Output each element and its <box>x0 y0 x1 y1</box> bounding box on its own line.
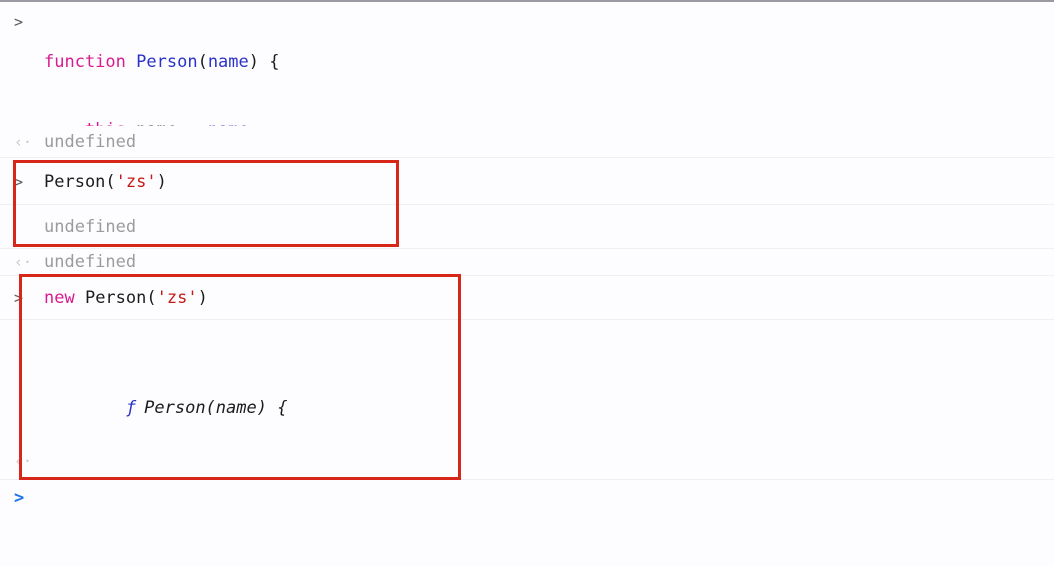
console-log-row-undefined[interactable]: undefined <box>0 205 1054 249</box>
code-token: ( <box>197 52 208 72</box>
function-source-line-1: Person(name) { <box>144 398 288 418</box>
code-token: Person <box>44 172 106 192</box>
output-arrow-icon: ‹· <box>14 253 33 271</box>
console-output-row-undefined-1[interactable]: ‹· undefined <box>0 126 1054 158</box>
devtools-console-panel[interactable]: > function Person(name) { this.name = na… <box>0 0 1054 566</box>
code-token: name <box>207 52 249 72</box>
output-arrow-icon: ‹· <box>14 133 33 151</box>
console-input-row-new-person-call[interactable]: > new Person('zs') <box>0 276 1054 320</box>
code-token: Person <box>136 52 198 72</box>
function-glyph-icon: ƒ <box>125 398 137 418</box>
input-arrow-icon: > <box>14 13 24 31</box>
code-token: Person <box>74 288 147 308</box>
code-token: ) { <box>248 52 280 72</box>
input-arrow-icon: > <box>14 173 24 191</box>
console-prompt-row[interactable]: > <box>0 481 1054 515</box>
code-token: ( <box>146 288 157 308</box>
code-token: new <box>44 288 75 308</box>
input-arrow-icon: > <box>14 289 24 307</box>
console-prompt-input[interactable] <box>36 487 1054 509</box>
prompt-caret-icon: > <box>14 488 25 508</box>
code-token: ( <box>105 172 116 192</box>
console-input-row-person-call[interactable]: > Person('zs') <box>0 159 1054 205</box>
console-input-code-new-person-call: new Person('zs') <box>14 276 208 320</box>
function-glyph-line: ƒ Person(name) { <box>44 366 1054 450</box>
console-log-row-function-source[interactable]: ƒPerson(name) { this.name = name; consol… <box>0 320 1054 566</box>
output-arrow-icon: ‹· <box>14 452 33 470</box>
console-output-row-undefined-2[interactable]: ‹· undefined <box>0 249 1054 276</box>
console-input-row-function-declaration[interactable]: > function Person(name) { this.name = na… <box>0 2 1054 276</box>
code-token: 'zs' <box>156 288 198 308</box>
code-line-1: function Person(name) { <box>44 48 1054 76</box>
console-log-value-undefined: undefined <box>44 217 137 237</box>
code-token: 'zs' <box>115 172 157 192</box>
console-empty-area <box>0 515 1054 566</box>
code-token: ) <box>156 172 167 192</box>
code-token: ) <box>197 288 208 308</box>
console-input-code-person-call: Person('zs') <box>14 159 167 205</box>
console-output-row-person-object[interactable]: ‹· ▶Person {name: "zs"} <box>0 442 1054 509</box>
code-token: function <box>44 52 126 72</box>
